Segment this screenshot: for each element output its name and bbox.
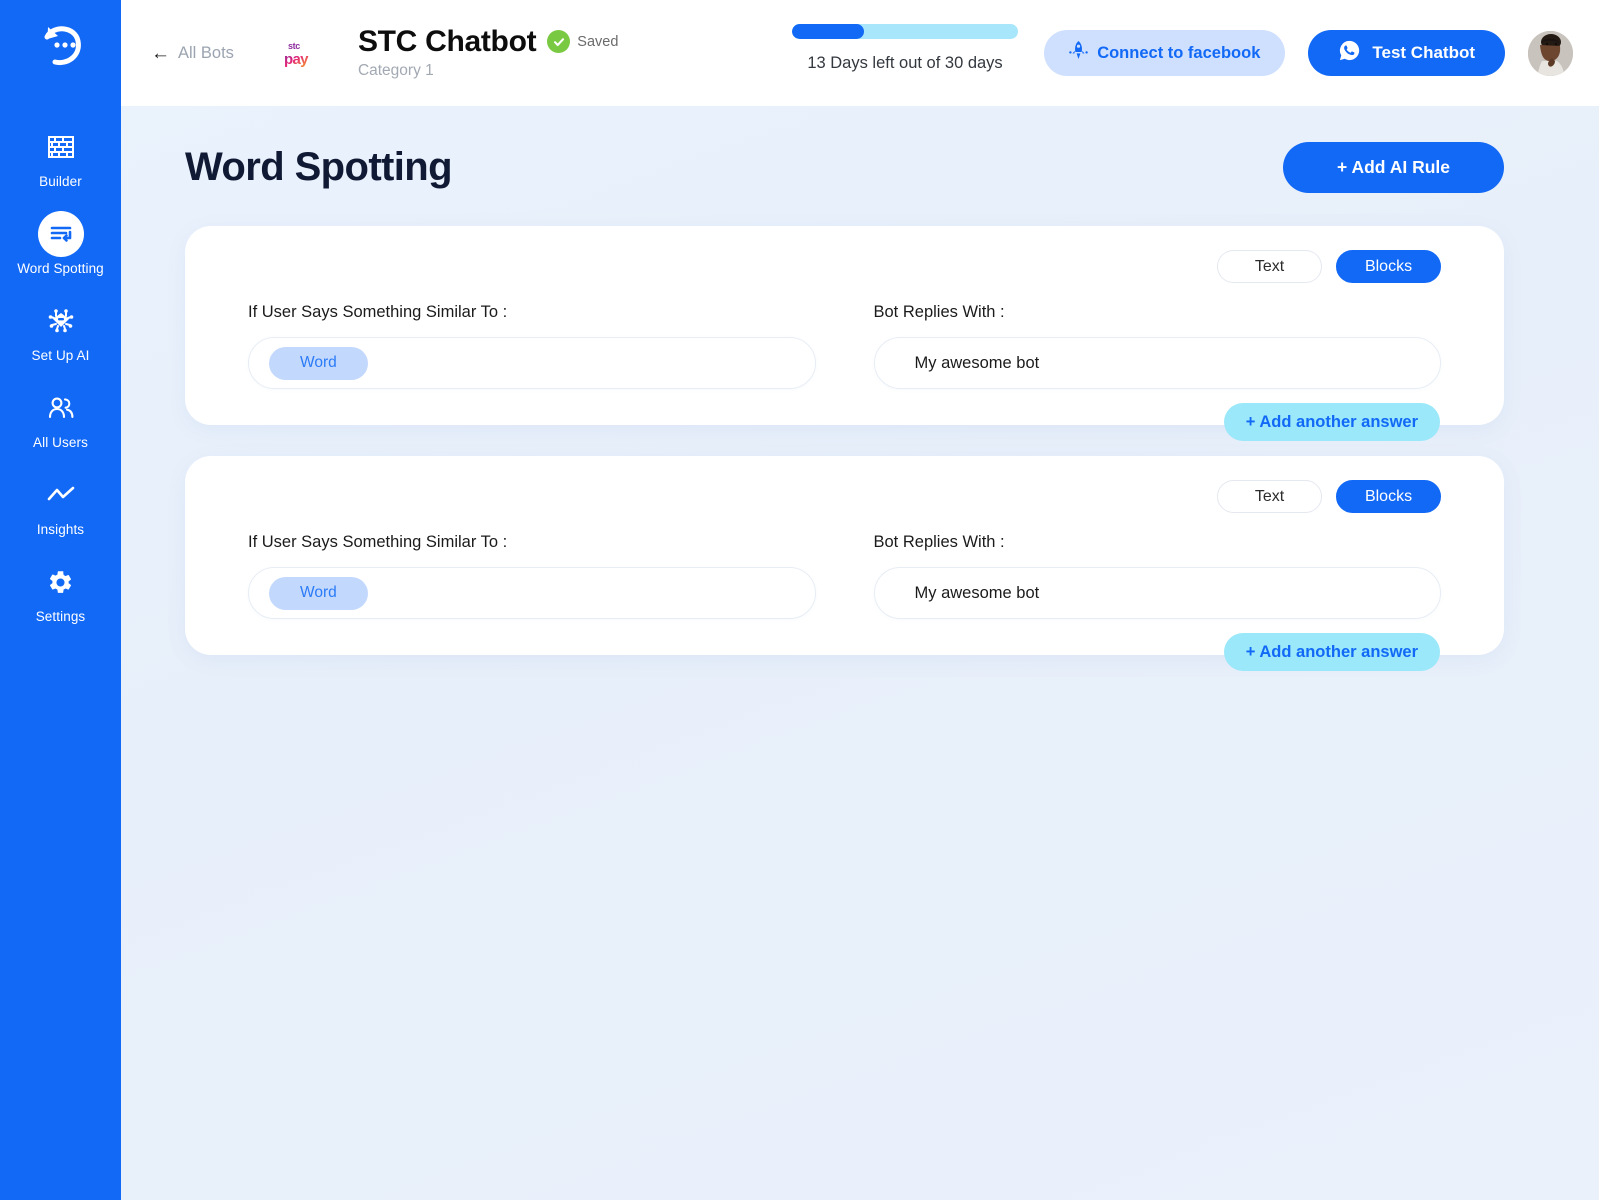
bot-category: Category 1 bbox=[357, 62, 434, 80]
reply-value: My awesome bot bbox=[914, 583, 1040, 602]
trial-status: 13 Days left out of 30 days bbox=[792, 24, 1018, 73]
page-header: Word Spotting + Add AI Rule bbox=[185, 142, 1504, 193]
sidebar-item-all-users[interactable]: All Users bbox=[0, 385, 121, 450]
reply-column: Bot Replies With : My awesome bot bbox=[873, 533, 1441, 619]
topbar: ← All Bots stc pay STC Chatbot Saved Cat… bbox=[121, 0, 1599, 106]
line-chart-icon bbox=[38, 472, 84, 518]
tab-text[interactable]: Text bbox=[1217, 250, 1322, 283]
page-bot-title: STC Chatbot bbox=[357, 24, 537, 58]
topbar-actions: Connect to facebook Test Chatbot bbox=[1044, 30, 1573, 76]
trigger-column: If User Says Something Similar To : Word bbox=[248, 533, 816, 619]
svg-text:stc: stc bbox=[288, 41, 300, 51]
trial-days-label: 13 Days left out of 30 days bbox=[807, 54, 1003, 72]
main-region: ← All Bots stc pay STC Chatbot Saved Cat… bbox=[121, 0, 1599, 1200]
sidebar-item-set-up-ai[interactable]: Set Up AI bbox=[0, 298, 121, 363]
rule-card: Text Blocks If User Says Something Simil… bbox=[185, 456, 1504, 655]
whatsapp-icon bbox=[1338, 39, 1361, 67]
sidebar-item-label: Word Spotting bbox=[17, 261, 104, 276]
back-label: All Bots bbox=[178, 43, 234, 62]
arrow-left-icon: ← bbox=[151, 42, 170, 64]
tab-blocks[interactable]: Blocks bbox=[1336, 250, 1441, 283]
tab-text[interactable]: Text bbox=[1217, 480, 1322, 513]
trial-progress-bar bbox=[792, 24, 1018, 39]
trigger-word-chip[interactable]: Word bbox=[269, 346, 368, 380]
rule-card-wrapper: Text Blocks If User Says Something Simil… bbox=[185, 226, 1504, 441]
page-title: Word Spotting bbox=[185, 145, 453, 189]
reply-label: Bot Replies With : bbox=[873, 533, 1005, 551]
trigger-label: If User Says Something Similar To : bbox=[248, 533, 508, 551]
test-chatbot-button[interactable]: Test Chatbot bbox=[1308, 30, 1505, 76]
add-another-answer-button[interactable]: + Add another answer bbox=[1223, 633, 1440, 671]
brick-wall-icon bbox=[38, 124, 84, 170]
sidebar-item-label: Insights bbox=[36, 522, 85, 537]
sidebar: Builder Word Spotting Set Up AI All User… bbox=[0, 0, 121, 1200]
connect-to-facebook-button[interactable]: Connect to facebook bbox=[1044, 30, 1286, 76]
sidebar-item-label: Set Up AI bbox=[31, 348, 90, 363]
trigger-word-chip[interactable]: Word bbox=[269, 576, 368, 610]
reply-column: Bot Replies With : My awesome bot bbox=[873, 303, 1441, 389]
reply-value: My awesome bot bbox=[914, 353, 1040, 372]
sidebar-item-settings[interactable]: Settings bbox=[0, 559, 121, 624]
avatar[interactable] bbox=[1528, 30, 1573, 76]
back-to-all-bots-link[interactable]: ← All Bots bbox=[151, 44, 234, 63]
bot-title-block: STC Chatbot Saved Category 1 bbox=[358, 26, 618, 81]
sidebar-item-word-spotting[interactable]: Word Spotting bbox=[0, 211, 121, 276]
trial-progress-fill bbox=[792, 24, 865, 39]
reply-label: Bot Replies With : bbox=[873, 303, 1005, 321]
trigger-input[interactable]: Word bbox=[248, 337, 816, 389]
trigger-column: If User Says Something Similar To : Word bbox=[248, 303, 816, 389]
trigger-label: If User Says Something Similar To : bbox=[248, 303, 508, 321]
gear-icon bbox=[38, 559, 84, 605]
test-label: Test Chatbot bbox=[1372, 43, 1475, 62]
trigger-input[interactable]: Word bbox=[248, 567, 816, 619]
content-area: Word Spotting + Add AI Rule Text Blocks … bbox=[121, 106, 1599, 1200]
word-spotting-icon bbox=[37, 211, 84, 257]
reply-input[interactable]: My awesome bot bbox=[873, 567, 1441, 619]
reply-type-toggle: Text Blocks bbox=[248, 480, 1441, 513]
rocket-icon bbox=[1069, 40, 1088, 66]
rule-card-wrapper: Text Blocks If User Says Something Simil… bbox=[185, 456, 1504, 671]
add-ai-rule-button[interactable]: + Add AI Rule bbox=[1283, 142, 1504, 193]
sidebar-item-builder[interactable]: Builder bbox=[0, 124, 121, 189]
check-circle-icon bbox=[547, 30, 571, 53]
sidebar-item-label: All Users bbox=[33, 435, 88, 450]
connect-label: Connect to facebook bbox=[1097, 43, 1261, 62]
svg-text:pay: pay bbox=[284, 51, 309, 68]
rule-card: Text Blocks If User Says Something Simil… bbox=[185, 226, 1504, 425]
sidebar-item-label: Builder bbox=[39, 174, 82, 189]
stc-pay-logo: stc pay bbox=[282, 37, 312, 69]
saved-label: Saved bbox=[577, 33, 619, 50]
reply-input[interactable]: My awesome bot bbox=[873, 337, 1441, 389]
tab-blocks[interactable]: Blocks bbox=[1336, 480, 1441, 513]
status-badge: Saved bbox=[547, 30, 618, 53]
robot-ai-icon bbox=[38, 298, 84, 344]
sidebar-item-label: Settings bbox=[35, 609, 86, 624]
reply-type-toggle: Text Blocks bbox=[248, 250, 1441, 283]
sidebar-item-insights[interactable]: Insights bbox=[0, 472, 121, 537]
users-icon bbox=[38, 385, 84, 431]
add-another-answer-button[interactable]: + Add another answer bbox=[1223, 403, 1440, 441]
chat-reply-logo-icon[interactable] bbox=[30, 14, 92, 76]
